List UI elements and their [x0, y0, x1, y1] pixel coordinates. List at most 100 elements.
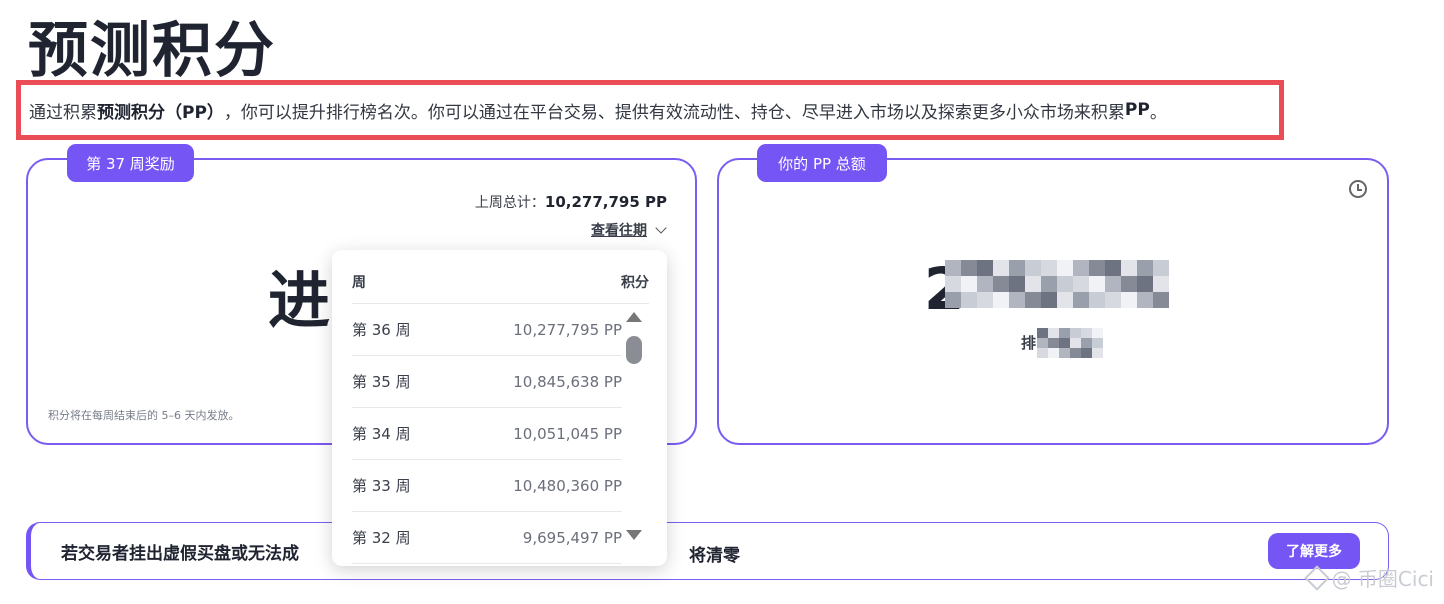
mask-pixel	[1009, 292, 1025, 308]
watermark: @ 币圈Cici	[1303, 563, 1434, 592]
pp-total-card: 你的 PP 总额 2 排	[717, 144, 1389, 445]
last-week-label: 上周总计：	[474, 195, 545, 211]
mask-pixel	[1153, 260, 1169, 276]
chevron-down-icon	[655, 221, 667, 234]
mask-pixel	[1089, 292, 1105, 308]
mask-pixel	[1070, 328, 1081, 338]
mask-pixel	[961, 276, 977, 292]
last-week-total: 上周总计：10,277,795 PP	[475, 192, 667, 212]
page-title: 预测积分	[28, 16, 276, 86]
mask-pixel	[1070, 338, 1081, 348]
watermark-text: @ 币圈Cici	[1331, 567, 1434, 591]
history-week: 第 33 周	[352, 477, 411, 495]
history-row[interactable]: 第 36 周 10,277,795 PP	[352, 304, 622, 356]
scroll-down-arrow-icon[interactable]	[626, 530, 642, 540]
history-row[interactable]: 第 34 周 10,051,045 PP	[352, 408, 622, 460]
mask-pixel	[1105, 292, 1121, 308]
mask-pixel	[1121, 292, 1137, 308]
history-points: 10,051,045 PP	[513, 424, 622, 443]
mask-pixel	[1081, 348, 1092, 358]
mask-pixel	[1092, 328, 1103, 338]
mask-pixel	[1041, 292, 1057, 308]
mask-pixel	[1037, 338, 1048, 348]
watermark-logo-icon	[1303, 564, 1330, 591]
mask-pixel	[1025, 292, 1041, 308]
pixelated-total-mask	[945, 260, 1169, 308]
mask-pixel	[1089, 260, 1105, 276]
mask-pixel	[1121, 260, 1137, 276]
history-dropdown[interactable]: 周 积分 第 36 周 10,277,795 PP 第 35 周 10,845,…	[332, 250, 667, 566]
history-rows: 第 36 周 10,277,795 PP 第 35 周 10,845,638 P…	[352, 304, 622, 564]
mask-pixel	[1073, 292, 1089, 308]
rank-label: 排	[1021, 334, 1037, 352]
history-points: 9,695,497 PP	[522, 528, 622, 547]
mask-pixel	[1105, 260, 1121, 276]
history-points: 10,845,638 PP	[513, 372, 622, 391]
clock-icon[interactable]	[1349, 180, 1367, 198]
mask-pixel	[977, 292, 993, 308]
banner-text-tail: 将清零	[689, 546, 740, 566]
warning-banner: 若交易者挂出虚假买盘或无法成 将清零 了解更多	[26, 522, 1389, 580]
distribution-note: 积分将在每周结束后的 5–6 天内发放。	[48, 409, 240, 422]
mask-pixel	[1037, 348, 1048, 358]
mask-pixel	[1057, 276, 1073, 292]
mask-pixel	[1153, 276, 1169, 292]
weekly-status-text: 进	[268, 264, 331, 337]
mask-pixel	[1048, 338, 1059, 348]
pp-total-tag: 你的 PP 总额	[757, 144, 887, 182]
mask-pixel	[1048, 348, 1059, 358]
view-history-link[interactable]: 查看往期	[591, 220, 667, 240]
mask-pixel	[1105, 276, 1121, 292]
mask-pixel	[1092, 348, 1103, 358]
mask-pixel	[945, 276, 961, 292]
mask-pixel	[945, 292, 961, 308]
intro-text-end: 。	[1149, 102, 1167, 123]
mask-pixel	[1041, 276, 1057, 292]
mask-pixel	[1025, 260, 1041, 276]
mask-pixel	[1057, 292, 1073, 308]
mask-pixel	[1057, 260, 1073, 276]
mask-pixel	[1070, 348, 1081, 358]
mask-pixel	[1009, 260, 1025, 276]
mask-pixel	[945, 260, 961, 276]
mask-pixel	[1137, 292, 1153, 308]
mask-pixel	[1137, 260, 1153, 276]
history-row[interactable]: 第 32 周 9,695,497 PP	[352, 512, 622, 564]
history-week: 第 36 周	[352, 321, 411, 339]
mask-pixel	[993, 292, 1009, 308]
dropdown-scrollbar[interactable]	[624, 312, 644, 540]
scroll-up-arrow-icon[interactable]	[626, 312, 642, 322]
mask-pixel	[1025, 276, 1041, 292]
view-history-label: 查看往期	[591, 223, 647, 239]
intro-description: 通过积累 预测积分（PP） ，你可以提升排行榜名次。你可以通过在平台交易、提供有效流…	[16, 80, 1284, 140]
weekly-rewards-tag: 第 37 周奖励	[67, 144, 194, 182]
mask-pixel	[961, 260, 977, 276]
intro-text-start: 通过积累	[29, 102, 97, 123]
mask-pixel	[1059, 328, 1070, 338]
history-points: 10,480,360 PP	[513, 476, 622, 495]
intro-text-bold: 预测积分（PP）	[97, 102, 224, 123]
mask-pixel	[1092, 338, 1103, 348]
mask-pixel	[977, 276, 993, 292]
mask-pixel	[1009, 276, 1025, 292]
mask-pixel	[977, 260, 993, 276]
intro-text-bold-pp: PP	[1124, 100, 1150, 120]
mask-pixel	[1081, 328, 1092, 338]
mask-pixel	[1048, 328, 1059, 338]
mask-pixel	[1041, 260, 1057, 276]
mask-pixel	[1081, 338, 1092, 348]
history-table-header: 周 积分	[352, 272, 649, 304]
history-week: 第 35 周	[352, 373, 411, 391]
week-column-header: 周	[352, 275, 366, 291]
banner-text: 若交易者挂出虚假买盘或无法成	[61, 543, 299, 564]
mask-pixel	[1059, 348, 1070, 358]
history-week: 第 34 周	[352, 425, 411, 443]
mask-pixel	[1073, 276, 1089, 292]
history-row[interactable]: 第 33 周 10,480,360 PP	[352, 460, 622, 512]
points-column-header: 积分	[621, 275, 649, 291]
history-row[interactable]: 第 35 周 10,845,638 PP	[352, 356, 622, 408]
last-week-value: 10,277,795 PP	[544, 193, 667, 211]
scroll-thumb[interactable]	[626, 336, 642, 364]
mask-pixel	[993, 260, 1009, 276]
mask-pixel	[1137, 276, 1153, 292]
